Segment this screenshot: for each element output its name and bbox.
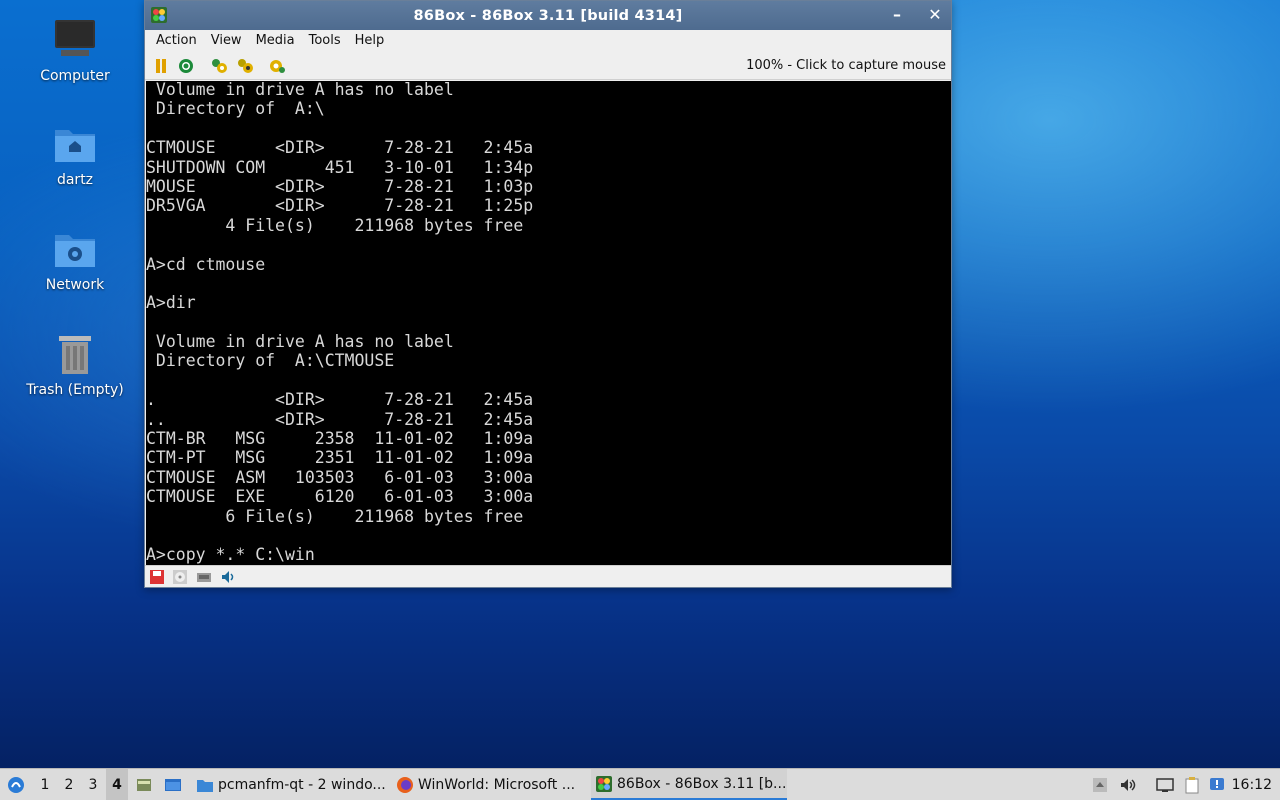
desktop-switch-2[interactable]: 2 (58, 769, 80, 800)
screen-line: Volume in drive A has no label (146, 81, 454, 100)
notification-icon (1210, 778, 1224, 790)
ctrl-alt-del-icon[interactable] (209, 57, 229, 75)
clipboard-icon (1185, 777, 1199, 794)
desktop-icon-network[interactable]: Network (20, 227, 130, 293)
close-button[interactable]: ✕ (925, 5, 945, 25)
desktop-icon-dartz[interactable]: dartz (20, 122, 130, 188)
chevron-up-icon (1093, 778, 1107, 792)
screen-line: 6 File(s) 211968 bytes free (146, 506, 524, 527)
screen-line (146, 314, 927, 333)
desktop-icon-label: Network (45, 277, 105, 293)
floppy-icon[interactable] (149, 569, 165, 585)
network-folder-icon (53, 227, 97, 271)
screen-line: Directory of A:\CTMOUSE (146, 351, 395, 372)
screen-line: .. <DIR> 7-28-21 2:45a (146, 409, 534, 430)
screen-line: CTMOUSE ASM 103503 6-01-03 3:00a (146, 467, 534, 488)
task-label: pcmanfm-qt - 2 windo... (218, 777, 386, 793)
screen-line: SHUTDOWN COM 451 3-10-01 1:34p (146, 157, 534, 178)
screen-line: . <DIR> 7-28-21 2:45a (146, 390, 534, 411)
screen-line: A>cd ctmouse (146, 254, 266, 275)
desktop-switch-4[interactable]: 4 (106, 769, 128, 800)
start-menu-button[interactable] (4, 769, 28, 800)
menu-tools[interactable]: Tools (302, 30, 348, 52)
clock[interactable]: 16:12 (1232, 769, 1272, 800)
hdd-icon[interactable] (196, 569, 212, 585)
trash-icon (53, 332, 97, 376)
emulator-screen[interactable]: Volume in drive A has no label Directory… (146, 81, 951, 565)
screen-line (146, 372, 927, 391)
screen-line: A>copy *.* C:\win (146, 545, 315, 565)
86box-icon (596, 775, 612, 792)
network-monitor-icon (1156, 778, 1174, 792)
menu-media[interactable]: Media (249, 30, 302, 52)
screen-line: Directory of A:\ (146, 99, 325, 120)
mouse-capture-status: 100% - Click to capture mouse (746, 58, 946, 73)
show-desktop-icon (137, 779, 151, 791)
folder-icon (197, 780, 213, 792)
computer-icon (53, 18, 97, 62)
desktop-icon-trash[interactable]: Trash (Empty) (20, 332, 130, 398)
menu-help[interactable]: Help (348, 30, 392, 52)
screen-line: CTMOUSE <DIR> 7-28-21 2:45a (146, 138, 534, 159)
desktop-switch-1[interactable]: 1 (34, 769, 56, 800)
86box-app-icon (150, 6, 168, 24)
screen-line: DR5VGA <DIR> 7-28-21 1:25p (146, 196, 534, 217)
screen-line (146, 120, 927, 139)
file-manager-launcher[interactable] (161, 769, 185, 800)
task-pcmanfm[interactable]: pcmanfm-qt - 2 windo... (192, 769, 388, 800)
emulator-window: 86Box - 86Box 3.11 [build 4314] – ✕ Acti… (144, 0, 952, 588)
screen-line: CTM-PT MSG 2351 11-01-02 1:09a (146, 448, 534, 469)
menu-view[interactable]: View (204, 30, 249, 52)
clipboard-tray[interactable] (1182, 769, 1202, 800)
settings-icon[interactable] (267, 57, 287, 75)
show-desktop-button[interactable] (133, 769, 155, 800)
tray-arrow[interactable] (1090, 769, 1110, 800)
cdrom-icon[interactable] (172, 569, 188, 585)
window-title: 86Box - 86Box 3.11 [build 4314] (413, 7, 683, 24)
screen-line: A>dir (146, 293, 196, 314)
desktop-icon-label: Computer (40, 68, 110, 84)
menu-action[interactable]: Action (149, 30, 204, 52)
taskbar: 1 2 3 4 pcmanfm-qt - 2 windo... WinWorld… (0, 768, 1280, 800)
update-tray[interactable] (1207, 769, 1227, 800)
menu-bar: Action View Media Tools Help (145, 30, 951, 52)
home-folder-icon (53, 122, 97, 166)
screen-line: MOUSE <DIR> 7-28-21 1:03p (146, 176, 534, 197)
window-icon (165, 779, 181, 791)
desktop-icon-computer[interactable]: Computer (20, 18, 130, 84)
ctrl-alt-esc-icon[interactable] (235, 57, 255, 75)
task-label: 86Box - 86Box 3.11 [b... (617, 775, 787, 792)
screen-line: CTM-BR MSG 2358 11-01-02 1:09a (146, 429, 534, 450)
task-label: WinWorld: Microsoft ... (418, 777, 576, 793)
toolbar: 100% - Click to capture mouse (145, 52, 951, 80)
pause-icon[interactable] (151, 57, 171, 75)
window-titlebar[interactable]: 86Box - 86Box 3.11 [build 4314] – ✕ (145, 1, 951, 30)
network-tray[interactable] (1155, 769, 1175, 800)
sound-icon[interactable] (220, 569, 236, 585)
status-bar (145, 565, 951, 587)
volume-button[interactable] (1118, 769, 1138, 800)
screen-line: 4 File(s) 211968 bytes free (146, 215, 524, 236)
reset-icon[interactable] (176, 57, 196, 75)
app-menu-icon (8, 777, 24, 793)
screen-line (146, 236, 927, 255)
desktop-icon-label: Trash (Empty) (26, 382, 124, 398)
desktop-switch-3[interactable]: 3 (82, 769, 104, 800)
screen-line: Volume in drive A has no label (146, 332, 454, 353)
task-86box[interactable]: 86Box - 86Box 3.11 [b... (591, 769, 787, 800)
screen-line (146, 275, 927, 294)
firefox-icon (397, 777, 413, 793)
volume-icon (1121, 779, 1136, 791)
screen-line: CTMOUSE EXE 6120 6-01-03 3:00a (146, 487, 534, 508)
minimize-button[interactable]: – (887, 5, 907, 25)
task-firefox[interactable]: WinWorld: Microsoft ... (392, 769, 588, 800)
screen-line (146, 527, 927, 546)
desktop-icon-label: dartz (56, 172, 94, 188)
